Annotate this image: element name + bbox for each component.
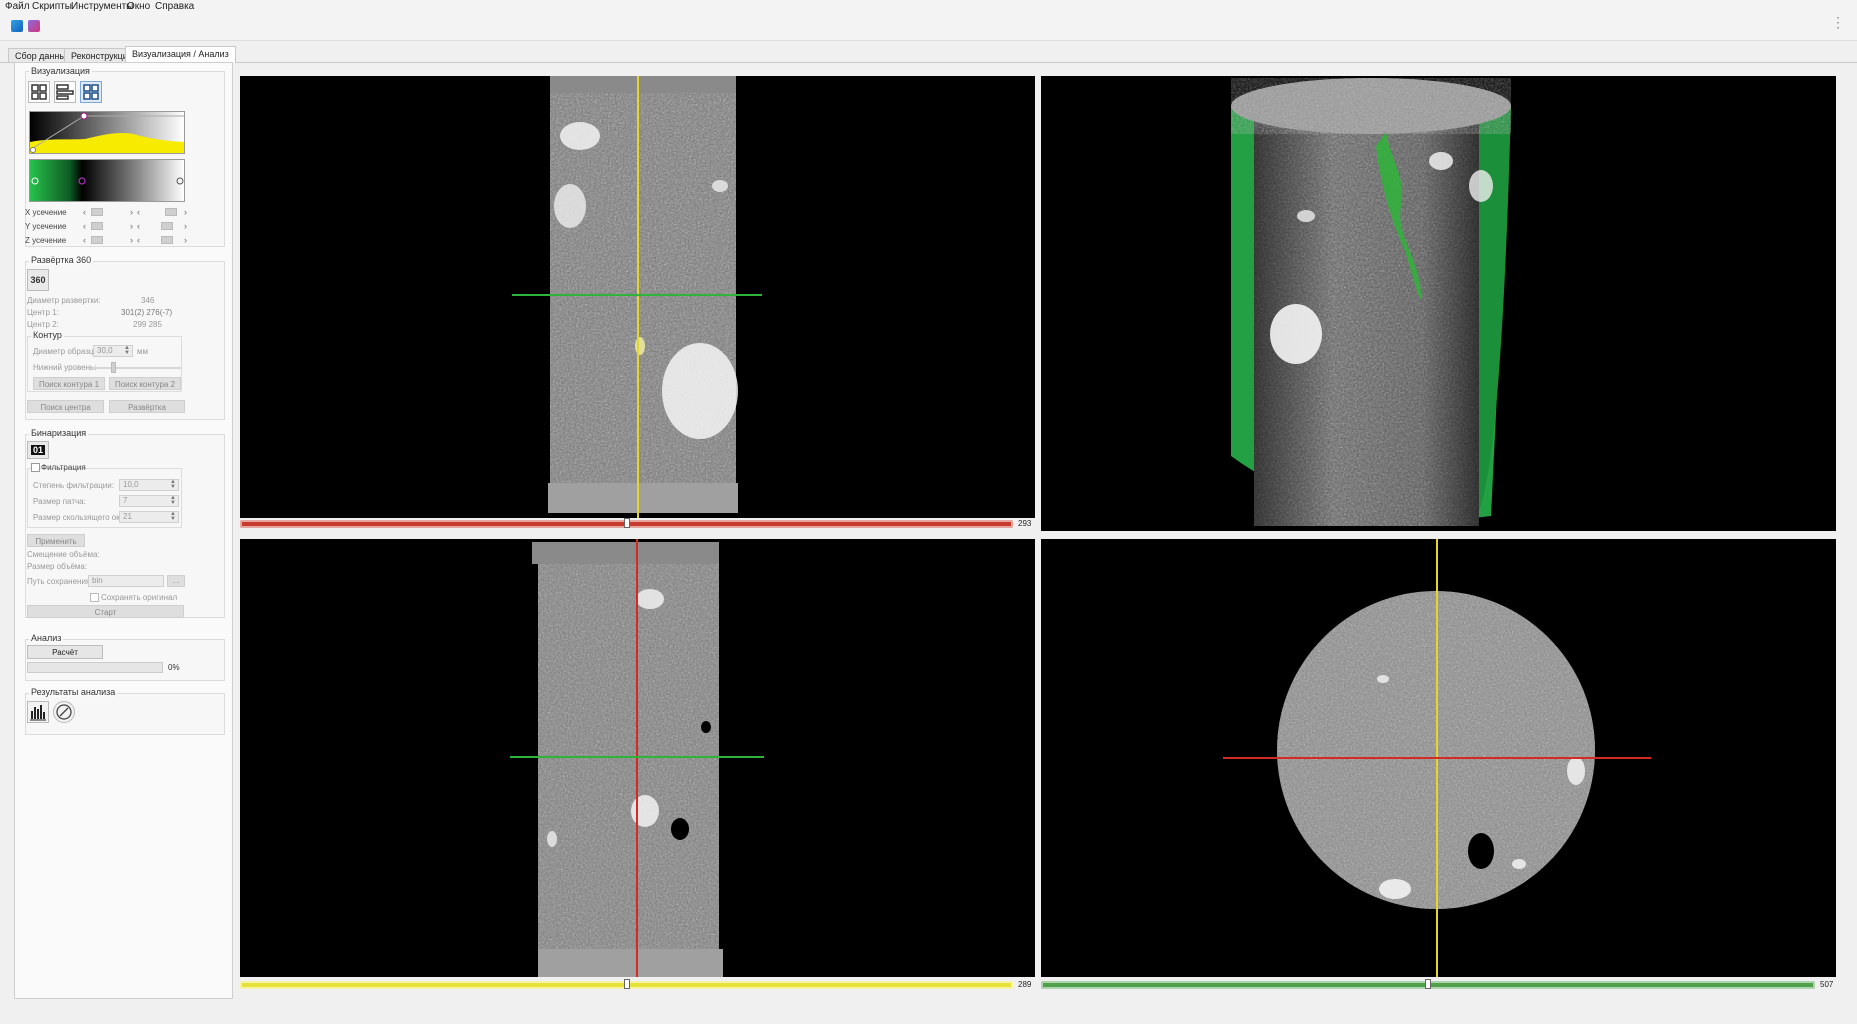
compute-distributions-button[interactable]: Расчёт распределений — [27, 645, 103, 671]
x-crop-label: X усечение — [25, 208, 67, 217]
y-crop-label: Y усечение — [25, 222, 67, 231]
volume-size-label: Размер объёма: — [27, 562, 88, 571]
slice-slider-bottom-right[interactable] — [1041, 979, 1815, 989]
layout-grid-icon[interactable] — [28, 81, 50, 103]
save-path-label: Путь сохранения: — [27, 577, 93, 586]
view-slice-bottom-right[interactable] — [1041, 539, 1836, 977]
analysis-progress-bar — [27, 662, 163, 673]
histogram-transfer-editor[interactable] — [29, 111, 185, 154]
sample-diameter-unit: мм — [137, 347, 148, 356]
menu-bar: Файл Скрипты Инструменты Окно Справка — [0, 0, 1857, 14]
apply-button[interactable]: Применить — [27, 534, 85, 547]
view-3d-volume[interactable] — [1041, 76, 1836, 531]
menu-help[interactable]: Справка — [155, 1, 194, 12]
volume-offset-label: Смещение объёма: — [27, 550, 100, 559]
slice-slider-top-left[interactable] — [240, 518, 1013, 528]
slice-index-bottom-right: 507 — [1820, 980, 1834, 989]
toolbar: ⋮ — [0, 14, 1857, 41]
view-slice-top-left[interactable] — [240, 76, 1035, 518]
filter-checkbox[interactable] — [31, 463, 40, 472]
x-crop-min-slider[interactable]: ‹ › — [83, 207, 133, 217]
sample-diameter-input[interactable]: 30,0 ▲ ▼ — [93, 345, 133, 357]
view-slice-bottom-left[interactable] — [240, 539, 1035, 977]
find-contour-1-button[interactable]: Поиск контура 1 — [33, 377, 105, 390]
center1-value: 301(2) 276(-7) — [121, 308, 173, 317]
toolbar-more-icon[interactable]: ⋮ — [1831, 15, 1845, 29]
binarization-icon[interactable]: 01 — [27, 441, 49, 459]
y-crop-max-slider[interactable]: ‹ › — [137, 221, 187, 231]
layout-rows-icon[interactable] — [54, 81, 76, 103]
unwrap-360-icon[interactable]: 360 — [27, 269, 49, 291]
z-crop-min-slider[interactable]: ‹ › — [83, 235, 133, 245]
unwrap-360-title: Развёртка 360 — [29, 255, 94, 265]
start-button[interactable]: Старт — [27, 605, 184, 618]
z-crop-label: Z усечение — [25, 236, 67, 245]
binarization-title: Бинаризация — [29, 428, 89, 438]
filter-degree-input[interactable]: 10,0 ▲ ▼ — [119, 479, 179, 491]
find-center-button[interactable]: Поиск центра — [27, 400, 104, 413]
tab-visualization-analysis[interactable]: Визуализация / Анализ — [125, 46, 236, 63]
slice-slider-bottom-left[interactable] — [240, 979, 1013, 989]
save-path-input[interactable]: bin — [88, 575, 164, 587]
menu-window[interactable]: Окно — [127, 1, 150, 12]
left-panel: Визуализация X усечение Y усечение Z усе… — [14, 62, 233, 999]
slice-index-bottom-left: 289 — [1018, 980, 1032, 989]
menu-file[interactable]: Файл — [5, 1, 30, 12]
browse-button[interactable]: ... — [167, 575, 185, 587]
find-contour-2-button[interactable]: Поиск контура 2 — [109, 377, 181, 390]
visualization-title: Визуализация — [29, 66, 92, 76]
z-crop-max-slider[interactable]: ‹ › — [137, 235, 187, 245]
menu-tools[interactable]: Инструменты — [71, 1, 133, 12]
save-original-checkbox[interactable] — [90, 593, 99, 602]
filter-label: Фильтрация — [41, 463, 86, 472]
x-crop-max-slider[interactable]: ‹ › — [137, 207, 187, 217]
lower-level-label: Нижний уровень: — [33, 363, 97, 372]
menu-scripts[interactable]: Скрипты — [32, 1, 72, 12]
histogram-chart-icon[interactable] — [27, 701, 49, 723]
analysis-progress-text: 0% — [168, 663, 180, 672]
patch-size-label: Размер патча: — [33, 497, 86, 506]
analysis-title: Анализ — [29, 633, 64, 643]
center2-value: 299 285 — [133, 320, 162, 329]
patch-size-input[interactable]: 7 ▲ ▼ — [119, 495, 179, 507]
results-title: Результаты анализа — [29, 687, 118, 697]
pore-analysis-icon[interactable] — [53, 701, 75, 723]
layout-quad-icon[interactable] — [80, 81, 102, 103]
contour-title: Контур — [31, 330, 64, 340]
sample-diameter-label: Диаметр образца: — [33, 347, 101, 356]
lower-level-slider[interactable] — [93, 367, 181, 369]
center1-label: Центр 1: — [27, 308, 59, 317]
filter-degree-label: Степень фильтрации: — [33, 481, 114, 490]
y-crop-min-slider[interactable]: ‹ › — [83, 221, 133, 231]
save-original-label: Сохранять оригинал — [101, 593, 178, 602]
unwrap-diameter-value: 346 — [141, 296, 155, 305]
tab-bar: Сбор данных Реконструкция Визуализация /… — [0, 46, 1857, 63]
center2-label: Центр 2: — [27, 320, 59, 329]
color-ramp-editor[interactable] — [29, 159, 185, 202]
window-size-input[interactable]: 21 ▲ ▼ — [119, 511, 179, 523]
window-size-label: Размер скользящего окна: — [33, 513, 131, 522]
lower-level-handle[interactable] — [111, 362, 116, 373]
unwrap-button[interactable]: Развёртка — [109, 400, 185, 413]
unwrap-diameter-label: Диаметр развертки: — [27, 296, 101, 305]
cube-icon[interactable] — [28, 20, 40, 32]
slice-index-top-left: 293 — [1018, 519, 1032, 528]
volume-icon[interactable] — [11, 20, 23, 32]
